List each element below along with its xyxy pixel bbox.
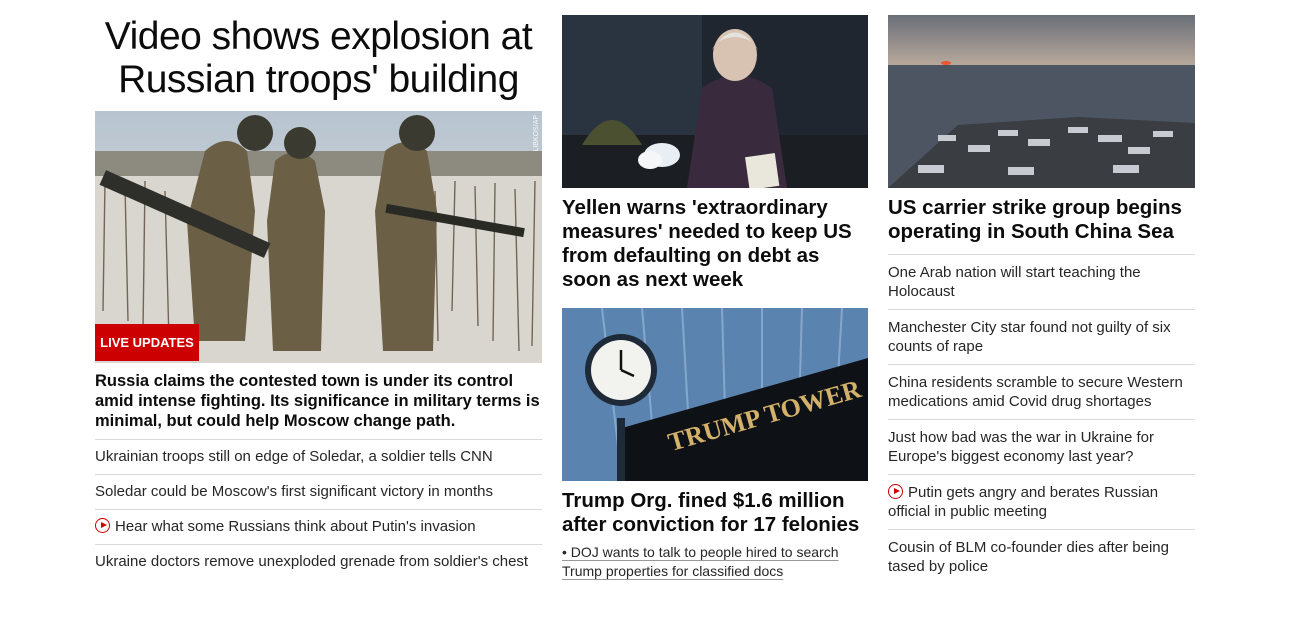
list-item[interactable]: Manchester City star found not guilty of… bbox=[888, 309, 1195, 364]
yellen-image bbox=[562, 15, 868, 188]
lead-headline[interactable]: Video shows explosion at Russian troops'… bbox=[95, 15, 542, 101]
list-item[interactable]: Cousin of BLM co-founder dies after bein… bbox=[888, 529, 1195, 584]
right-list: One Arab nation will start teaching the … bbox=[888, 254, 1195, 584]
doj-sublink[interactable]: • DOJ wants to talk to people hired to s… bbox=[562, 543, 868, 581]
list-item[interactable]: Putin gets angry and berates Russian off… bbox=[888, 474, 1195, 529]
trump-tower-image: TRUMP TOWER bbox=[562, 308, 868, 481]
carrier-image bbox=[888, 15, 1195, 188]
list-item-text: Cousin of BLM co-founder dies after bein… bbox=[888, 539, 1169, 575]
list-item-text: Hear what some Russians think about Puti… bbox=[115, 518, 476, 535]
right-column: US carrier strike group begins operating… bbox=[888, 0, 1195, 584]
list-item[interactable]: Ukraine doctors remove unexploded grenad… bbox=[95, 544, 542, 579]
yellen-photo[interactable] bbox=[562, 15, 868, 188]
yellen-headline[interactable]: Yellen warns 'extraordinary measures' ne… bbox=[562, 196, 868, 292]
play-video-icon bbox=[95, 518, 110, 533]
list-item-text: Soledar could be Moscow's first signific… bbox=[95, 483, 494, 500]
list-item-text: Putin gets angry and berates Russian off… bbox=[888, 484, 1159, 520]
carrier-photo[interactable] bbox=[888, 15, 1195, 188]
list-item-text: Ukrainian troops still on edge of Soleda… bbox=[95, 448, 493, 465]
trump-tower-photo[interactable]: TRUMP TOWER bbox=[562, 308, 868, 481]
image-credit: LIBKOS/AP bbox=[533, 115, 540, 152]
lead-story-column: Video shows explosion at Russian troops'… bbox=[95, 0, 542, 579]
list-item[interactable]: One Arab nation will start teaching the … bbox=[888, 254, 1195, 309]
list-item-text: Manchester City star found not guilty of… bbox=[888, 319, 1171, 355]
list-item[interactable]: Just how bad was the war in Ukraine for … bbox=[888, 419, 1195, 474]
list-item-text: China residents scramble to secure Weste… bbox=[888, 374, 1183, 410]
list-item-text: One Arab nation will start teaching the … bbox=[888, 264, 1141, 300]
list-item[interactable]: Hear what some Russians think about Puti… bbox=[95, 509, 542, 544]
lead-summary[interactable]: Russia claims the contested town is unde… bbox=[95, 371, 542, 431]
list-item-text: Just how bad was the war in Ukraine for … bbox=[888, 429, 1154, 465]
list-item-text: Ukraine doctors remove unexploded grenad… bbox=[95, 553, 529, 570]
live-updates-badge[interactable]: LIVE UPDATES bbox=[95, 324, 199, 361]
list-item[interactable]: Soledar could be Moscow's first signific… bbox=[95, 474, 542, 509]
play-video-icon bbox=[888, 484, 903, 499]
carrier-headline[interactable]: US carrier strike group begins operating… bbox=[888, 196, 1195, 244]
middle-column: Yellen warns 'extraordinary measures' ne… bbox=[562, 0, 868, 581]
soldiers-photo[interactable]: LIBKOS/AP LIVE UPDATES bbox=[95, 111, 542, 363]
list-item[interactable]: China residents scramble to secure Weste… bbox=[888, 364, 1195, 419]
trump-org-headline[interactable]: Trump Org. fined $1.6 million after conv… bbox=[562, 489, 868, 537]
list-item[interactable]: Ukrainian troops still on edge of Soleda… bbox=[95, 439, 542, 474]
